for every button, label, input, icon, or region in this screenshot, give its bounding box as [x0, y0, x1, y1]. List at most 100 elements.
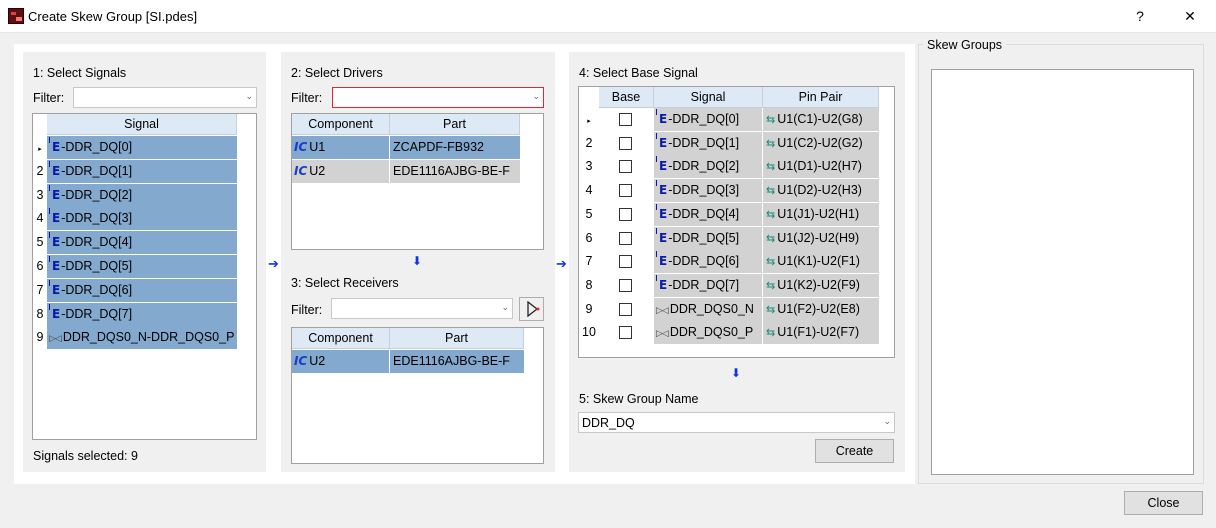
signal-column-header[interactable]: Signal: [654, 87, 763, 108]
receiver-part-cell[interactable]: EDE1116AJBG-BE-F: [390, 350, 524, 373]
pinpair-cell[interactable]: ⇆ U1(J2)-U2(H9): [763, 226, 879, 251]
row-header[interactable]: 7: [33, 279, 47, 303]
base-signal-table[interactable]: Base Signal Pin Pair ▸ E-DDR_DQ[0] ⇆ U1(C…: [578, 86, 895, 358]
base-signal-cell[interactable]: E-DDR_DQ[6]: [654, 250, 763, 275]
receiver-component-cell[interactable]: IC U2: [292, 350, 390, 373]
signal-list-item[interactable]: E-DDR_DQ[0]: [47, 136, 237, 160]
base-column-header[interactable]: Base: [599, 87, 654, 108]
pin-pair-icon: ⇆: [766, 161, 776, 174]
pin-pair-icon: ⇆: [766, 279, 776, 292]
single-ended-signal-icon: E: [656, 155, 667, 178]
base-checkbox[interactable]: [619, 113, 632, 126]
receivers-component-header[interactable]: Component: [292, 328, 390, 349]
row-header[interactable]: 6: [579, 227, 599, 251]
chevron-down-icon[interactable]: ⌄: [532, 91, 540, 102]
base-signal-cell[interactable]: E-DDR_DQ[0]: [654, 108, 763, 132]
base-signal-cell[interactable]: E-DDR_DQ[1]: [654, 131, 763, 156]
row-header[interactable]: 4: [33, 207, 47, 231]
base-checkbox[interactable]: [619, 326, 632, 340]
pinpair-cell[interactable]: ⇆ U1(D1)-U2(H7): [763, 155, 879, 180]
pinpair-cell[interactable]: ⇆ U1(F2)-U2(E8): [763, 297, 879, 322]
drivers-part-header[interactable]: Part: [390, 114, 520, 135]
base-cell: [599, 227, 654, 251]
base-signal-cell[interactable]: E-DDR_DQ[5]: [654, 226, 763, 251]
base-signal-cell[interactable]: E-DDR_DQ[4]: [654, 202, 763, 227]
probe-button[interactable]: [519, 297, 544, 321]
signals-list[interactable]: Signal ▸ E-DDR_DQ[0] 2 E-DDR_DQ[1] 3 E-DDR…: [32, 113, 257, 440]
pinpair-cell[interactable]: ⇆ U1(F1)-U2(F7): [763, 321, 879, 346]
drivers-filter-combo[interactable]: ⌄: [332, 87, 544, 108]
row-header[interactable]: 5: [579, 203, 599, 227]
skew-groups-list[interactable]: [931, 69, 1194, 475]
pinpair-cell[interactable]: ⇆ U1(K1)-U2(F1): [763, 250, 879, 275]
row-header[interactable]: 4: [579, 179, 599, 203]
row-header[interactable]: 2: [579, 132, 599, 156]
arrow-right-icon: ➔: [268, 256, 279, 271]
base-signal-cell[interactable]: E-DDR_DQ[3]: [654, 179, 763, 204]
base-checkbox[interactable]: [619, 231, 632, 245]
row-header[interactable]: 2: [33, 160, 47, 184]
receivers-table[interactable]: Component Part IC U2 EDE1116AJBG-BE-F: [291, 327, 544, 464]
base-signal-cell[interactable]: ▷◁ DDR_DQS0_P: [654, 321, 763, 346]
base-checkbox[interactable]: [619, 255, 632, 269]
base-signal-cell[interactable]: ▷◁ DDR_DQS0_N: [654, 297, 763, 322]
base-checkbox[interactable]: [619, 278, 632, 292]
driver-part-cell[interactable]: ZCAPDF-FB932: [390, 136, 520, 159]
base-checkbox[interactable]: [619, 136, 632, 150]
row-header[interactable]: 6: [33, 255, 47, 279]
driver-component-cell[interactable]: IC U2: [292, 160, 390, 183]
signals-selected-status: Signals selected: 9: [33, 449, 138, 463]
signal-list-item[interactable]: ▷◁ DDR_DQS0_N-DDR_DQS0_P: [47, 326, 237, 351]
close-window-button[interactable]: ✕: [1176, 6, 1204, 26]
row-header[interactable]: 5: [33, 231, 47, 255]
drivers-component-header[interactable]: Component: [292, 114, 390, 135]
pinpair-cell[interactable]: ⇆ U1(C2)-U2(G2): [763, 131, 879, 156]
row-header[interactable]: ▸: [33, 136, 47, 160]
pinpair-column-header[interactable]: Pin Pair: [763, 87, 879, 108]
base-signal-cell[interactable]: E-DDR_DQ[2]: [654, 155, 763, 180]
close-button[interactable]: Close: [1124, 491, 1203, 515]
signal-list-item[interactable]: E-DDR_DQ[7]: [47, 302, 237, 327]
row-header[interactable]: 10: [579, 321, 599, 345]
single-ended-signal-icon: E: [49, 136, 60, 159]
signals-filter-label: Filter:: [33, 91, 65, 105]
driver-component-cell[interactable]: IC U1: [292, 136, 390, 159]
signal-list-item[interactable]: E-DDR_DQ[4]: [47, 231, 237, 256]
row-header[interactable]: 3: [579, 155, 599, 179]
select-receivers-label: 3: Select Receivers: [291, 276, 399, 290]
receivers-part-header[interactable]: Part: [390, 328, 524, 349]
row-header[interactable]: 9: [33, 326, 47, 350]
pinpair-cell[interactable]: ⇆ U1(C1)-U2(G8): [763, 108, 879, 132]
pinpair-cell[interactable]: ⇆ U1(J1)-U2(H1): [763, 202, 879, 227]
base-checkbox[interactable]: [619, 160, 632, 174]
signal-list-item[interactable]: E-DDR_DQ[5]: [47, 255, 237, 279]
signal-list-item[interactable]: E-DDR_DQ[2]: [47, 183, 237, 208]
drivers-table[interactable]: Component Part IC U1 ZCAPDF-FB932 IC U2 EDE…: [291, 113, 544, 250]
row-header[interactable]: ▸: [579, 108, 599, 132]
single-ended-signal-icon: E: [49, 255, 60, 278]
signal-list-item[interactable]: E-DDR_DQ[6]: [47, 278, 237, 303]
row-header[interactable]: 7: [579, 250, 599, 274]
signal-list-item[interactable]: E-DDR_DQ[3]: [47, 207, 237, 232]
base-signal-cell[interactable]: E-DDR_DQ[7]: [654, 273, 763, 298]
chevron-down-icon[interactable]: ⌄: [501, 302, 509, 313]
row-header[interactable]: 8: [579, 274, 599, 298]
receivers-filter-combo[interactable]: ⌄: [331, 298, 513, 319]
create-button[interactable]: Create: [815, 439, 894, 463]
chevron-down-icon[interactable]: ⌄: [883, 416, 891, 427]
skew-group-name-combo[interactable]: DDR_DQ ⌄: [578, 412, 895, 433]
row-header[interactable]: 8: [33, 303, 47, 327]
driver-part-cell[interactable]: EDE1116AJBG-BE-F: [390, 160, 520, 183]
signal-list-item[interactable]: E-DDR_DQ[1]: [47, 159, 237, 184]
help-button[interactable]: ?: [1126, 6, 1154, 26]
chevron-down-icon[interactable]: ⌄: [245, 91, 253, 102]
base-checkbox[interactable]: [619, 302, 632, 316]
base-checkbox[interactable]: [619, 184, 632, 198]
row-header[interactable]: 3: [33, 184, 47, 208]
pinpair-cell[interactable]: ⇆ U1(K2)-U2(F9): [763, 273, 879, 298]
signal-column-header[interactable]: Signal: [47, 114, 237, 135]
base-checkbox[interactable]: [619, 207, 632, 221]
pinpair-cell[interactable]: ⇆ U1(D2)-U2(H3): [763, 179, 879, 204]
signals-filter-combo[interactable]: ⌄: [73, 87, 257, 108]
row-header[interactable]: 9: [579, 298, 599, 322]
